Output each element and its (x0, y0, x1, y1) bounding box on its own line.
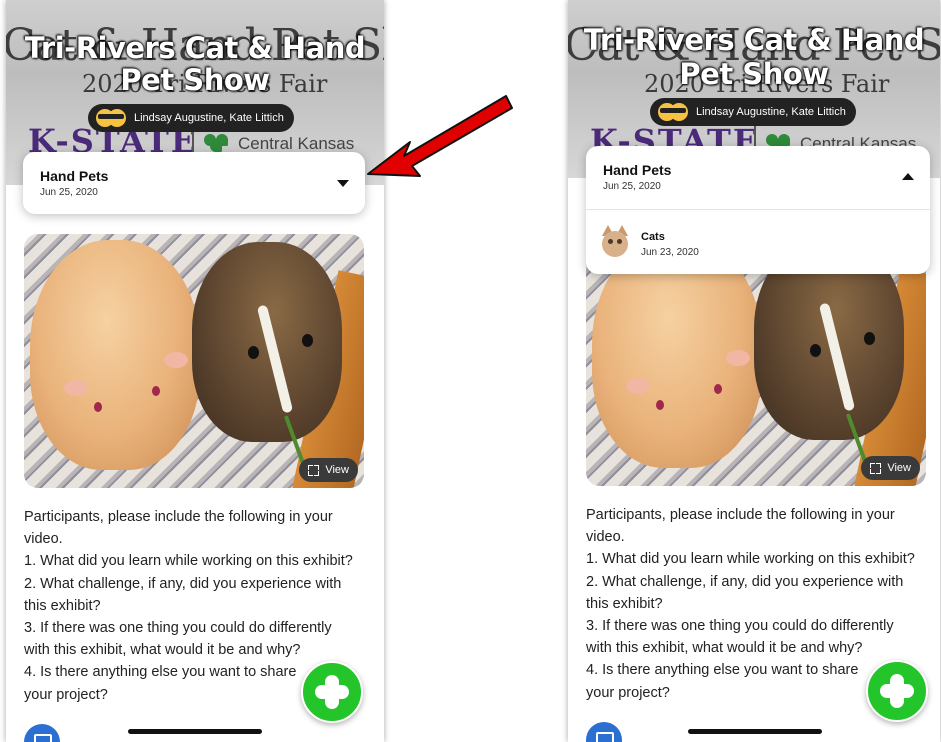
category-date: Jun 25, 2020 (40, 187, 98, 198)
show-title-line1: Tri-Rivers Cat & Hand (24, 31, 366, 65)
instruction-line: 3. If there was one thing you could do d… (24, 620, 332, 637)
instruction-line: Participants, please include the followi… (24, 509, 333, 525)
instruction-line: 1. What did you learn while working on t… (586, 551, 915, 568)
judges-names: Lindsay Augustine, Kate Littich (696, 106, 846, 118)
show-title-line2: Pet Show (679, 57, 829, 91)
category-name: Hand Pets (40, 168, 109, 184)
pig-eye (248, 346, 259, 359)
instruction-line: with this exhibit, what would it be and … (24, 642, 301, 659)
annotation-arrow (367, 95, 513, 177)
sunglasses-emoji-icon (658, 102, 688, 122)
pig-ear (726, 350, 750, 366)
pig-eye (810, 344, 821, 357)
view-label: View (325, 464, 349, 476)
category-name: Hand Pets (603, 162, 672, 178)
bottom-nav-icon[interactable] (24, 724, 60, 742)
option-name: Cats (641, 231, 665, 243)
add-entry-button[interactable] (301, 661, 363, 723)
instruction-line: this exhibit? (24, 597, 101, 614)
instruction-line: 2. What challenge, if any, did you exper… (586, 573, 904, 590)
view-button[interactable]: View (861, 456, 920, 480)
phone-screen-collapsed: Cat & Hand Pet Show 2020 Tri-Rivers Fair… (6, 0, 384, 742)
pig-eye (714, 384, 722, 394)
expand-icon (870, 462, 882, 474)
cat-thumbnail-icon (600, 225, 630, 259)
category-dropdown-open[interactable]: Hand Pets Jun 25, 2020 Cats Jun 23, 2020 (586, 146, 930, 274)
pig-ear (626, 378, 650, 394)
pig-eye (656, 400, 664, 410)
pig-eye (302, 334, 313, 347)
pig-eye (152, 386, 160, 396)
clover-logo-icon (202, 132, 234, 152)
instruction-line: with this exhibit, what would it be and … (586, 640, 863, 657)
bottom-nav-icon[interactable] (586, 722, 622, 742)
view-label: View (887, 462, 911, 474)
pig-eye (864, 332, 875, 345)
view-button[interactable]: View (299, 458, 358, 482)
expand-icon (308, 464, 320, 476)
category-dropdown[interactable]: Hand Pets Jun 25, 2020 (23, 152, 365, 214)
category-date: Jun 25, 2020 (603, 181, 661, 192)
option-date: Jun 23, 2020 (641, 247, 699, 258)
instruction-line: Participants, please include the followi… (586, 507, 895, 523)
pig-ear (164, 352, 188, 368)
instruction-line: video. (586, 529, 625, 546)
show-title-line2: Pet Show (120, 63, 270, 97)
judges-names: Lindsay Augustine, Kate Littich (134, 112, 284, 124)
caret-down-icon[interactable] (337, 180, 349, 187)
instruction-line: this exhibit? (586, 595, 663, 612)
central-kansas-logo: Central Kansas (238, 134, 355, 153)
pig-eye (94, 402, 102, 412)
add-entry-button[interactable] (866, 660, 928, 722)
instruction-line: 3. If there was one thing you could do d… (586, 618, 894, 635)
instruction-line: video. (24, 531, 63, 548)
exhibit-photo[interactable]: View (24, 234, 364, 488)
phone-screen-expanded: Cat & Hand Pet Show 2020 Tri-Rivers Fair… (568, 0, 940, 742)
instruction-line: 1. What did you learn while working on t… (24, 553, 353, 570)
sunglasses-emoji-icon (96, 108, 126, 128)
home-indicator[interactable] (128, 729, 262, 734)
judges-badge: Lindsay Augustine, Kate Littich (650, 98, 856, 126)
pig-ear (64, 380, 88, 396)
show-title-line1: Tri-Rivers Cat & Hand (583, 23, 925, 57)
dropdown-option-cats[interactable]: Cats Jun 23, 2020 (586, 210, 930, 274)
caret-up-icon[interactable] (902, 173, 914, 180)
home-indicator[interactable] (688, 729, 822, 734)
judges-badge: Lindsay Augustine, Kate Littich (88, 104, 294, 132)
instruction-line: 2. What challenge, if any, did you exper… (24, 575, 342, 592)
